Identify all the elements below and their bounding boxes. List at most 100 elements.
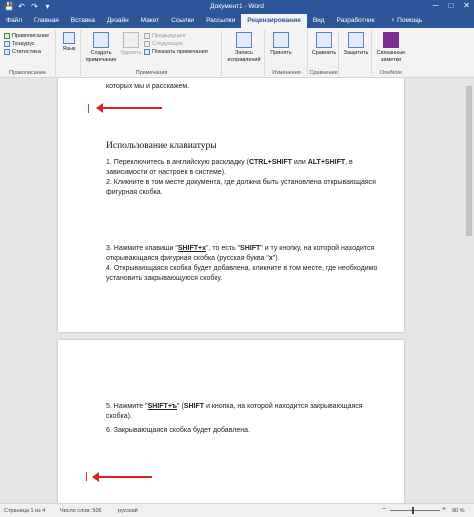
delete-comment-label: Удалить <box>120 50 142 56</box>
new-comment-label: Создать примечание <box>85 50 117 63</box>
group-label-proofing: Правописание <box>8 70 47 76</box>
step-3-text-b: ", то есть " <box>206 245 241 252</box>
status-bar: Страница 1 из 4 Число слов: 506 русский … <box>0 503 474 517</box>
linked-notes-label: Связанные заметки <box>376 50 406 63</box>
help-button[interactable]: ♀ Помощь <box>386 14 426 28</box>
compare-label: Сравнить <box>311 50 337 56</box>
maximize-icon[interactable]: □ <box>448 1 453 10</box>
paragraph-step-4: 4. Открывающаяся скобка будет добавлена,… <box>106 265 378 282</box>
group-onenote: Связанные заметки OneNote <box>373 30 409 76</box>
group-changes: Принять Изменения <box>266 30 308 76</box>
next-label: Следующее <box>152 41 183 47</box>
tab-developer[interactable]: Разработчик <box>331 14 381 28</box>
vertical-scrollbar[interactable] <box>464 78 474 503</box>
document-page-2[interactable]: 5. Нажмите "SHIFT+ъ" (SHIFT и кнопка, на… <box>58 340 404 503</box>
next-icon <box>144 41 150 47</box>
group-proofing: Правописание Тезаурус Статистика Правопи… <box>0 30 56 76</box>
page-count[interactable]: Страница 1 из 4 <box>4 508 45 514</box>
step-5-key-2: SHIFT <box>183 403 205 410</box>
paragraph-step-1: 1. Переключитесь в английскую раскладку … <box>106 158 386 177</box>
spelling-button[interactable]: Правописание <box>4 32 49 40</box>
document-area[interactable]: которых мы и расскажем. Использование кл… <box>0 78 474 503</box>
step-1-key-1: CTRL+SHIFT <box>248 159 292 166</box>
scrollbar-thumb[interactable] <box>466 86 472 236</box>
red-arrow-annotation-2 <box>92 472 152 482</box>
statistics-icon <box>4 49 10 55</box>
zoom-slider[interactable] <box>390 507 440 514</box>
word-count-button[interactable]: Статистика <box>4 48 49 56</box>
tab-insert[interactable]: Вставка <box>65 14 101 28</box>
protect-button[interactable]: Защитить <box>342 32 370 57</box>
accept-label: Принять <box>270 50 292 56</box>
step-3-text-d: "). <box>272 254 280 262</box>
onenote-icon <box>383 32 399 48</box>
compare-button[interactable]: Сравнить <box>311 32 337 57</box>
step-3-key-1: SHIFT+х <box>177 245 207 252</box>
tab-mailings[interactable]: Рассылки <box>200 14 241 28</box>
title-bar: 💾 ↶ ↷ ▾ Документ1 - Word ─ □ ✕ <box>0 0 474 14</box>
spelling-label: Правописание <box>12 33 50 39</box>
tab-references[interactable]: Ссылки <box>165 14 200 28</box>
tab-layout[interactable]: Макет <box>135 14 165 28</box>
compare-icon <box>316 32 332 48</box>
step-3-text-a: 3. Нажмите клавиши " <box>106 245 178 252</box>
window-controls: ─ □ ✕ <box>433 1 470 10</box>
spelling-icon <box>4 33 10 39</box>
group-label-compare: Сравнение <box>309 70 338 76</box>
new-comment-button[interactable]: Создать примечание <box>84 32 118 64</box>
group-compare: Сравнить Сравнение <box>309 30 339 76</box>
group-label-changes: Изменения <box>272 70 301 76</box>
previous-comment-button[interactable]: Предыдущее <box>144 32 208 40</box>
tab-home[interactable]: Главная <box>28 14 65 28</box>
linked-notes-button[interactable]: Связанные заметки <box>375 32 407 64</box>
thesaurus-icon <box>4 41 10 47</box>
close-icon[interactable]: ✕ <box>463 1 470 10</box>
word-count[interactable]: Число слов: 506 <box>60 508 102 514</box>
group-tracking: Запись исправлений <box>223 30 265 76</box>
document-page-1[interactable]: которых мы и расскажем. Использование кл… <box>58 78 404 332</box>
step-5-key-1: SHIFT+ъ <box>147 403 178 410</box>
step-1-key-2: ALT+SHIFT <box>307 159 346 166</box>
group-label-onenote: OneNote <box>379 70 402 76</box>
section-heading: Использование клавиатуры <box>106 141 217 151</box>
new-comment-icon <box>93 32 109 48</box>
text-cursor <box>88 104 89 113</box>
show-comments-icon <box>144 49 150 55</box>
protect-label: Защитить <box>343 50 369 56</box>
statistics-label: Статистика <box>12 49 41 55</box>
accept-button[interactable]: Принять <box>268 32 294 57</box>
paragraph-step-5: 5. Нажмите "SHIFT+ъ" (SHIFT и кнопка, на… <box>106 402 386 421</box>
zoom-out-button[interactable]: − <box>382 506 386 513</box>
step-5-text-a: 5. Нажмите " <box>106 403 148 410</box>
tab-design[interactable]: Дизайн <box>101 14 135 28</box>
text-line-top: которых мы и расскажем. <box>106 83 190 90</box>
group-comments: Создать примечание Удалить Предыдущее Сл… <box>82 30 222 76</box>
group-label-comments: Примечания <box>135 70 168 76</box>
delete-comment-button[interactable]: Удалить <box>118 32 144 57</box>
zoom-level[interactable]: 90 % <box>452 508 465 514</box>
next-comment-button[interactable]: Следующее <box>144 40 208 48</box>
tab-file[interactable]: Файл <box>0 14 28 28</box>
show-comments-button[interactable]: Показать примечания <box>144 48 208 56</box>
thesaurus-label: Тезаурус <box>12 41 35 47</box>
track-changes-button[interactable]: Запись исправлений <box>225 32 263 64</box>
track-changes-icon <box>236 32 252 48</box>
paragraph-step-2: 2. Кликните в том месте документа, где д… <box>106 179 376 196</box>
paragraph-step-3: 3. Нажмите клавиши "SHIFT+х", то есть "S… <box>106 244 386 263</box>
window-title: Документ1 - Word <box>210 3 264 10</box>
accept-icon <box>273 32 289 48</box>
step-1-text-b: или <box>291 159 308 166</box>
language-button[interactable]: Язык <box>59 32 79 53</box>
ribbon: Правописание Тезаурус Статистика Правопи… <box>0 28 474 78</box>
red-arrow-annotation <box>96 103 162 113</box>
thesaurus-button[interactable]: Тезаурус <box>4 40 49 48</box>
language-status[interactable]: русский <box>118 508 138 514</box>
tab-view[interactable]: Вид <box>307 14 331 28</box>
step-1-text-a: 1. Переключитесь в английскую раскладку … <box>106 159 249 166</box>
tab-review[interactable]: Рецензирование <box>241 14 307 28</box>
zoom-in-button[interactable]: + <box>442 506 446 513</box>
zoom-slider-knob[interactable] <box>411 507 414 514</box>
protect-icon <box>348 32 364 48</box>
delete-comment-icon <box>123 32 139 48</box>
minimize-icon[interactable]: ─ <box>433 1 439 10</box>
